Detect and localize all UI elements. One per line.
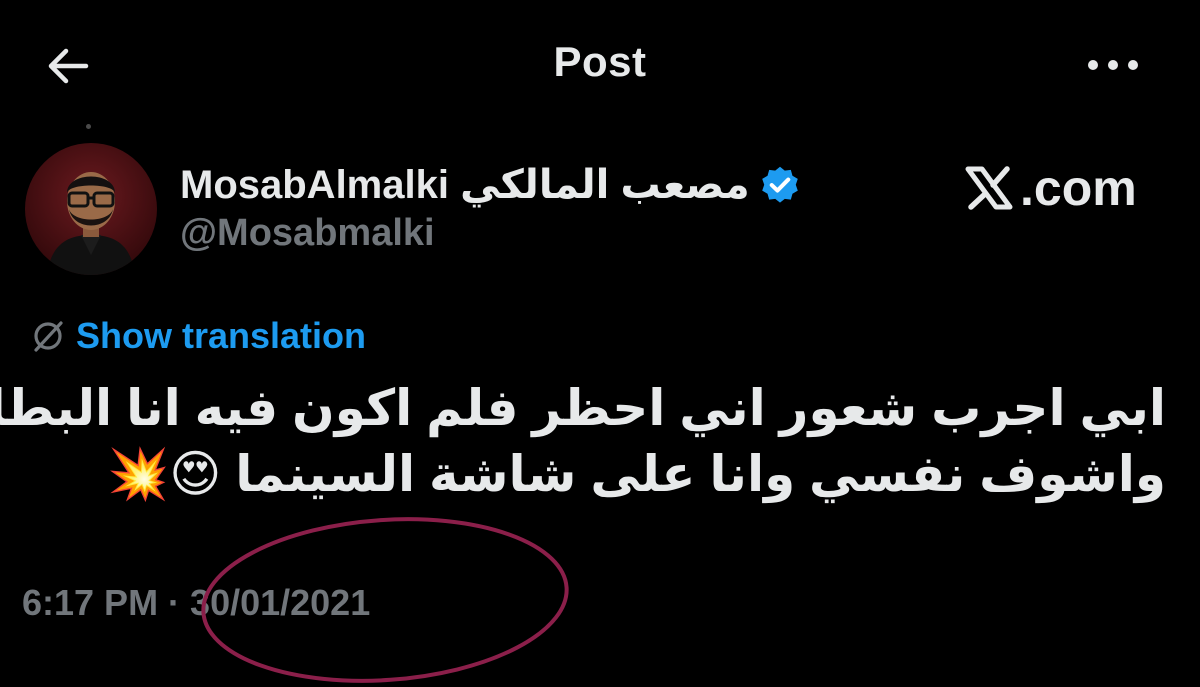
show-translation-label: Show translation [76, 315, 367, 356]
more-options-button[interactable] [1080, 40, 1150, 90]
more-horizontal-icon [1088, 60, 1138, 70]
post-timestamp[interactable]: 6:17 PM · 30/01/2021 [22, 582, 370, 624]
author-name-row: MosabAlmalki مصعب المالكي [180, 155, 802, 215]
avatar[interactable] [25, 143, 157, 275]
tweet-text: ابي اجرب شعور اني احظر فلم اكون فيه انا … [0, 375, 1166, 507]
verified-badge-icon [758, 164, 802, 208]
tweet-line: ابي اجرب شعور اني احظر فلم اكون فيه انا … [0, 380, 1166, 436]
divider-dot [86, 124, 91, 129]
show-translation-link[interactable]: Show translation [28, 312, 366, 360]
display-name[interactable]: MosabAlmalki مصعب المالكي [180, 162, 750, 208]
watermark-text: .com [1020, 160, 1137, 216]
x-logo-icon [965, 166, 1013, 210]
page-title: Post [553, 38, 647, 85]
author-handle[interactable]: @Mosabmalki [180, 212, 435, 255]
globe-icon [28, 316, 68, 356]
profile-photo [25, 143, 157, 275]
tweet-line: واشوف نفسي وانا على شاشة السينما 😍💥 [106, 446, 1166, 502]
x-com-watermark: .com [960, 158, 1137, 218]
top-bar: Post [0, 0, 1200, 125]
